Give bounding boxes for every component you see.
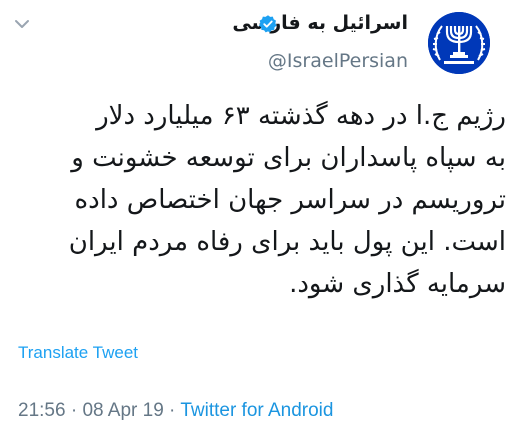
israel-emblem-icon	[428, 12, 490, 74]
meta-separator: ·	[65, 400, 83, 421]
tweet-line: است. این پول باید برای رفاه مردم ایران	[68, 227, 506, 257]
tweet-line: تروریسم در سراسر جهان اختصاص داده	[74, 185, 507, 215]
avatar[interactable]	[428, 12, 490, 74]
tweet-line: به سپاه پاسداران برای توسعه خشونت و	[71, 143, 506, 173]
tweet-meta: 21:56 · 08 Apr 19 · Twitter for Android	[18, 400, 333, 422]
tweet-line: رژیم ج.ا در دهه گذشته ۶۳ میلیارد دلار	[96, 101, 506, 131]
chevron-down-icon[interactable]	[12, 14, 32, 34]
verified-badge-icon	[259, 15, 277, 33]
meta-separator: ·	[163, 400, 181, 421]
tweet-time: 21:56	[18, 400, 66, 421]
translate-tweet-link[interactable]: Translate Tweet	[18, 343, 138, 363]
tweet-text: رژیم ج.ا در دهه گذشته ۶۳ میلیارد دلار به…	[16, 95, 506, 305]
tweet-line: سرمایه گذاری شود.	[289, 269, 506, 299]
account-handle[interactable]: @IsraelPersian	[268, 50, 408, 72]
tweet-source-link[interactable]: Twitter for Android	[180, 400, 333, 421]
tweet-date: 08 Apr 19	[82, 400, 164, 421]
